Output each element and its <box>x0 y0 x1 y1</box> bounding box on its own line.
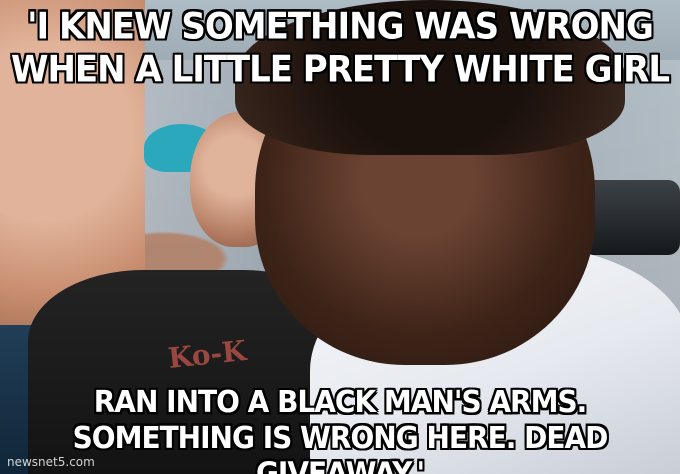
top-caption: 'I KNEW SOMETHING WAS WRONG WHEN A LITTL… <box>0 5 680 91</box>
top-caption-line-1: 'I KNEW SOMETHING WAS WRONG <box>27 4 654 48</box>
bottom-caption: RAN INTO A BLACK MAN'S ARMS. SOMETHING I… <box>0 384 680 474</box>
meme-image: Ko-K 'I KNEW SOMETHING WAS WRONG WHEN A … <box>0 0 680 474</box>
bottom-caption-line-2: SOMETHING IS WRONG HERE. DEAD GIVEAWAY.' <box>72 419 609 474</box>
bottom-caption-line-1: RAN INTO A BLACK MAN'S ARMS. <box>93 384 588 420</box>
watermark: newsnet5.com <box>7 455 95 469</box>
top-caption-line-2: WHEN A LITTLE PRETTY WHITE GIRL <box>10 48 670 92</box>
